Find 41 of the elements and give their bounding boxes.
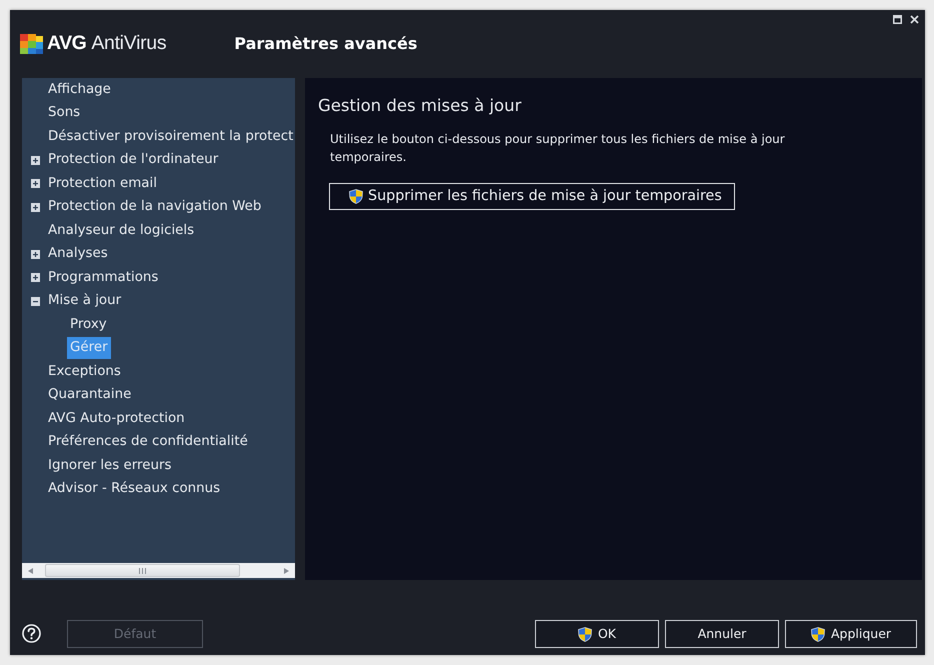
tree-item[interactable]: Protection de la navigation Web <box>46 197 264 218</box>
scroll-right-icon[interactable] <box>284 568 289 574</box>
expand-icon[interactable] <box>31 250 40 259</box>
scrollbar-thumb[interactable] <box>45 564 240 577</box>
tree-item[interactable]: Exceptions <box>46 362 123 382</box>
tree-item[interactable]: Advisor - Réseaux connus <box>46 479 222 500</box>
close-icon[interactable] <box>910 15 919 24</box>
collapse-icon[interactable] <box>31 296 40 306</box>
dialog-button[interactable]: OK <box>535 620 659 648</box>
description-text: Utilisez le bouton ci-dessous pour supprimer tous les fichiers de mise à jour temporaires. <box>330 131 786 166</box>
tree-item[interactable]: Proxy <box>68 314 109 335</box>
logo-text: AVG <box>47 31 86 56</box>
window-title: Paramètres avancés <box>234 33 418 55</box>
tree-item[interactable]: Sons <box>46 103 82 124</box>
expand-icon[interactable] <box>31 179 40 188</box>
tree-item[interactable]: AVG Auto-protection <box>46 408 187 429</box>
tree-item[interactable]: Mise à jour <box>46 291 124 312</box>
scroll-left-icon[interactable] <box>28 568 33 574</box>
tree-item[interactable]: Désactiver provisoirement la protect <box>46 126 295 147</box>
tree-item[interactable]: Protection de l'ordinateur <box>46 150 220 170</box>
section-heading: Gestion des mises à jour <box>318 95 522 117</box>
tree-item[interactable]: Analyseur de logiciels <box>46 220 196 241</box>
expand-icon[interactable] <box>31 156 40 165</box>
expand-icon[interactable] <box>31 202 40 212</box>
help-icon[interactable] <box>22 624 41 643</box>
tree-item[interactable]: Préférences de confidentialité <box>46 432 250 452</box>
restore-icon[interactable] <box>893 15 902 24</box>
tree-item[interactable]: Affichage <box>46 80 113 100</box>
dialog-button[interactable]: Annuler <box>665 620 779 648</box>
dialog-button[interactable]: Appliquer <box>785 620 917 648</box>
tree-item[interactable]: Analyses <box>46 244 110 264</box>
tree-item[interactable]: Programmations <box>46 268 160 288</box>
expand-icon[interactable] <box>31 273 40 282</box>
tree-item[interactable]: Protection email <box>46 174 159 194</box>
tree-item[interactable]: Ignorer les erreurs <box>46 456 174 476</box>
product-name: AntiVirus <box>91 31 166 56</box>
delete-temp-files-button[interactable]: Supprimer les fichiers de mise à jour temporaires <box>329 183 735 210</box>
grip-icon <box>139 568 146 574</box>
logo-icon <box>20 32 44 56</box>
tree-item[interactable]: Quarantaine <box>46 385 134 406</box>
horizontal-scrollbar[interactable] <box>22 563 295 578</box>
